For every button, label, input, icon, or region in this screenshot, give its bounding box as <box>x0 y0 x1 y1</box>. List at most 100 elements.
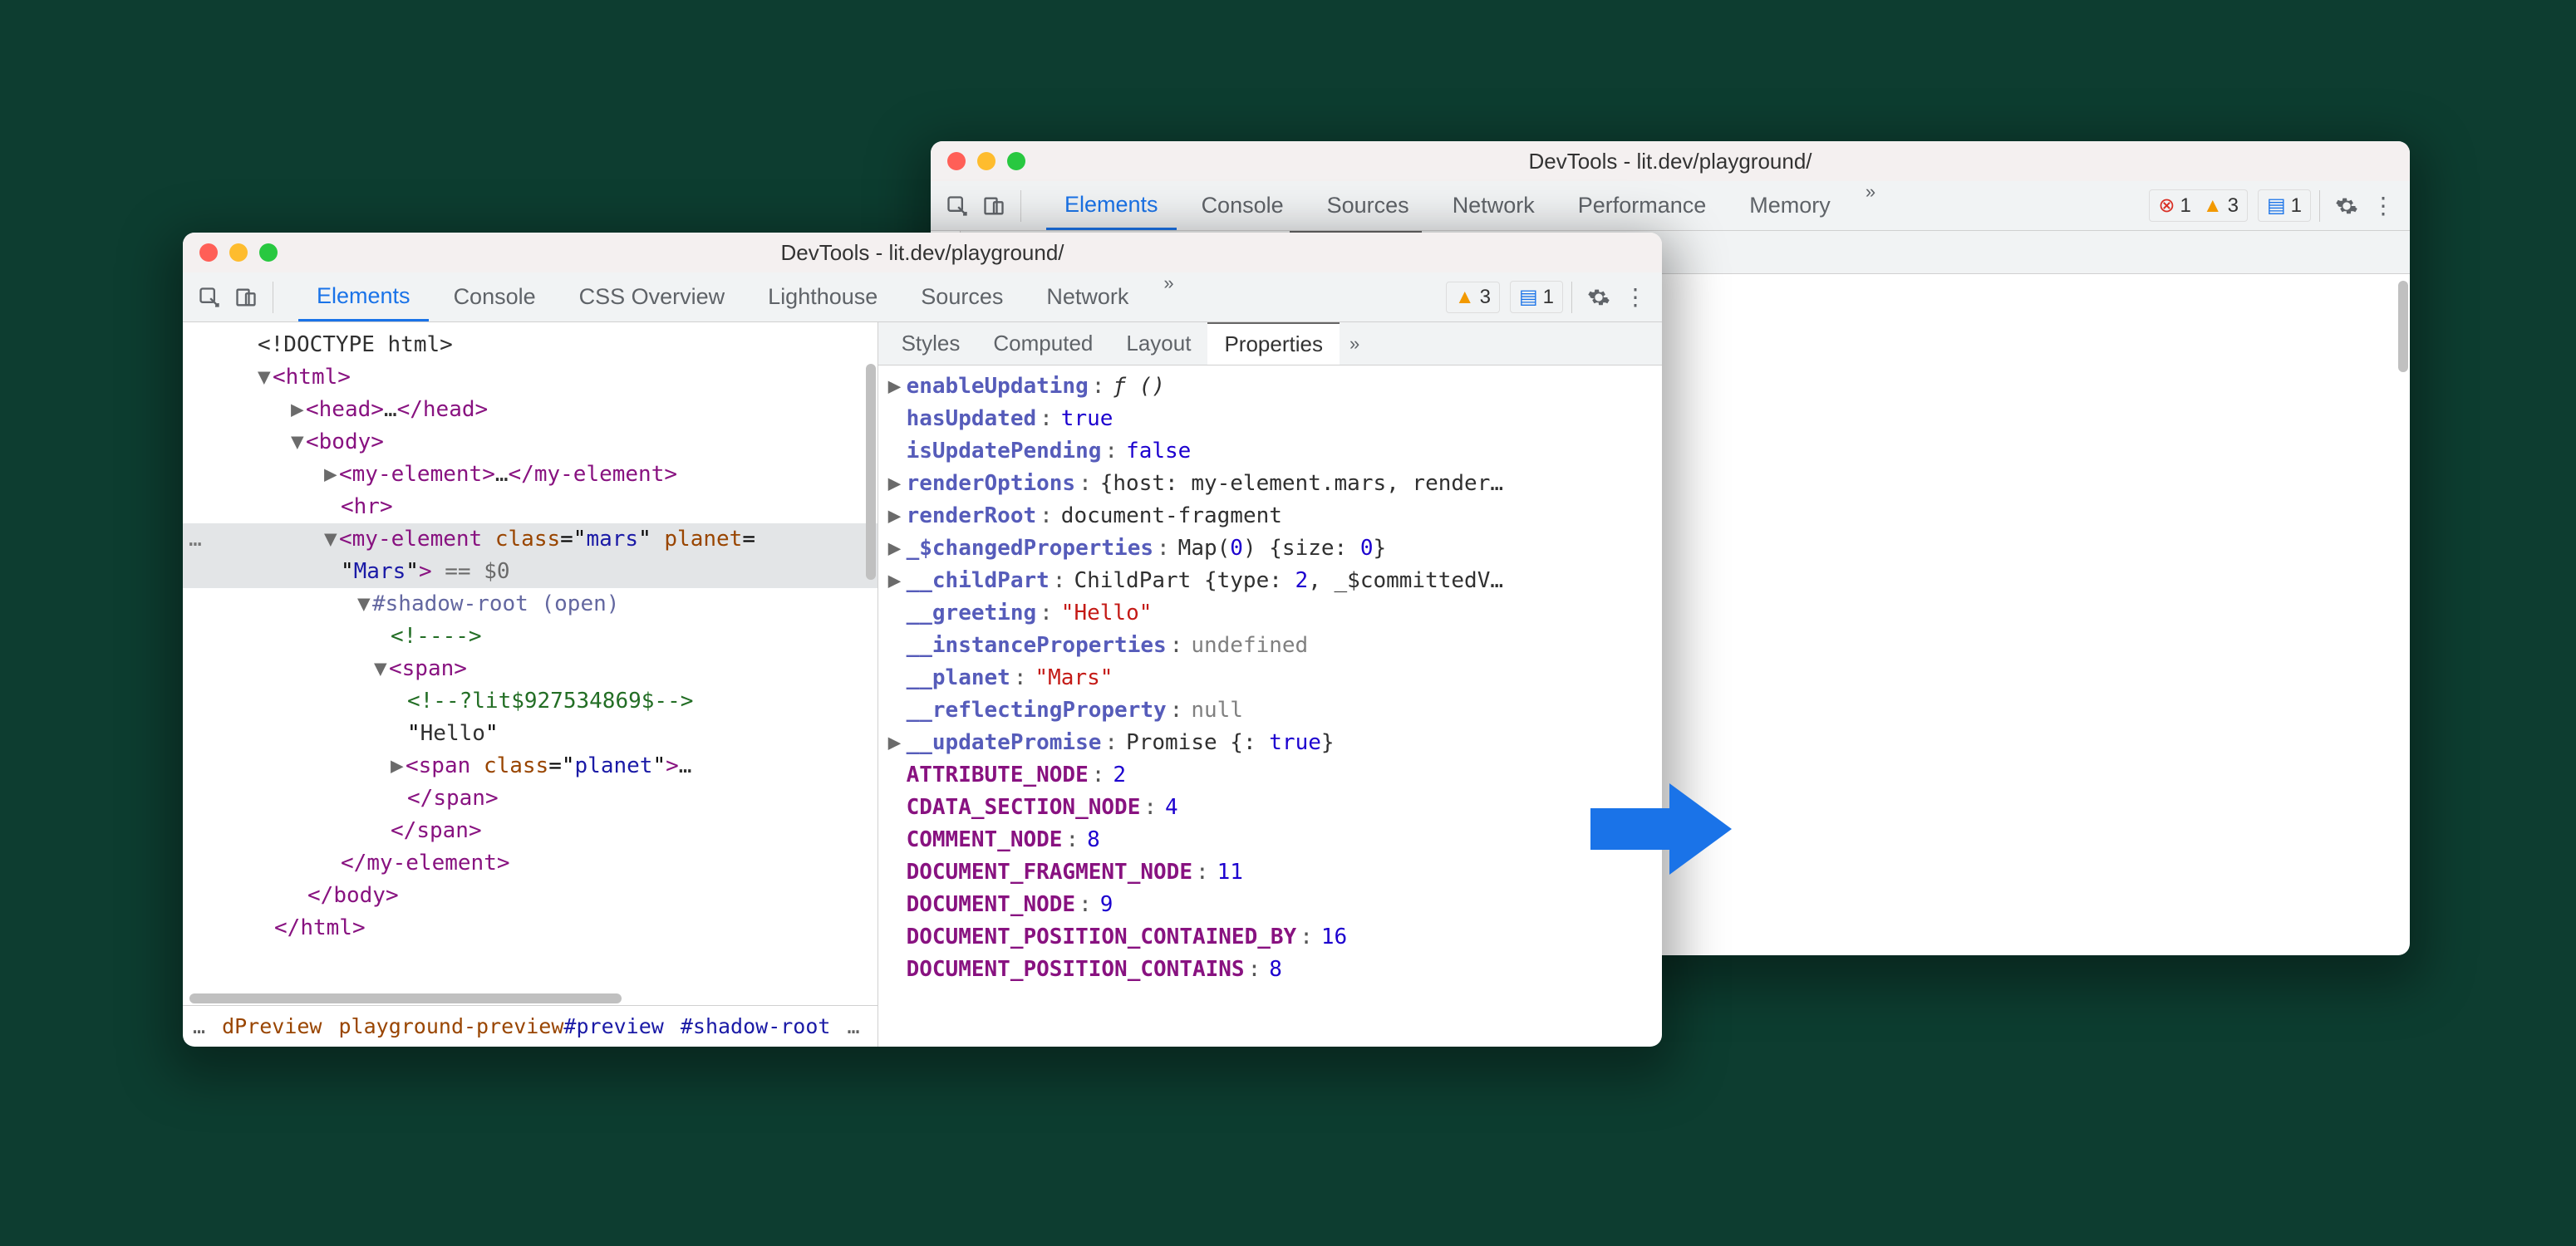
dom-node[interactable]: "Hello" <box>208 718 499 750</box>
dom-node[interactable]: ▼<body> <box>208 426 384 459</box>
breadcrumb[interactable]: … dPreview playground-preview#preview #s… <box>183 1005 878 1047</box>
dom-node[interactable]: </html> <box>208 912 366 944</box>
property-row[interactable]: __instanceProperties:undefined <box>888 630 1654 662</box>
dom-line[interactable]: </span> <box>183 782 878 815</box>
dom-line[interactable]: </body> <box>183 880 878 912</box>
inspect-element-icon[interactable] <box>939 188 976 224</box>
disclosure-triangle-icon[interactable]: ▶ <box>888 500 903 532</box>
dom-line[interactable]: </my-element> <box>183 847 878 880</box>
dom-line[interactable]: "Hello" <box>183 718 878 750</box>
properties-scroll[interactable]: ▶enableUpdating:ƒ ()hasUpdated:trueisUpd… <box>878 365 1662 1047</box>
dom-node[interactable]: <hr> <box>208 491 393 523</box>
issues-badge[interactable]: ▤ 1 <box>2258 189 2311 222</box>
tab-console[interactable]: Console <box>435 272 554 321</box>
dom-line[interactable]: ▼#shadow-root (open) <box>183 588 878 621</box>
crumb-item[interactable]: dPreview <box>222 1011 322 1042</box>
issues-badge[interactable]: ▤ 1 <box>1510 281 1563 313</box>
dom-node[interactable]: ▶<head>…</head> <box>208 394 488 426</box>
tab-elements[interactable]: Elements <box>1046 181 1177 230</box>
tab-performance[interactable]: Performance <box>1560 181 1725 230</box>
property-row[interactable]: __reflectingProperty:null <box>888 694 1654 727</box>
dom-node[interactable]: ▼#shadow-root (open) <box>208 588 619 621</box>
dom-line[interactable]: <hr> <box>183 491 878 523</box>
more-menu-icon[interactable]: ⋮ <box>2365 188 2401 224</box>
disclosure-triangle-icon[interactable]: ▶ <box>888 532 903 565</box>
tab-elements[interactable]: Elements <box>298 272 429 321</box>
inspect-element-icon[interactable] <box>191 279 228 316</box>
property-row[interactable]: DOCUMENT_POSITION_CONTAINED_BY:16 <box>888 921 1654 954</box>
tab-console[interactable]: Console <box>1183 181 1302 230</box>
dom-scroll[interactable]: <!DOCTYPE html>▼<html>▶<head>…</head>▼<b… <box>183 322 878 1005</box>
tab-memory[interactable]: Memory <box>1731 181 1849 230</box>
property-row[interactable]: ATTRIBUTE_NODE:2 <box>888 759 1654 792</box>
tab-network[interactable]: Network <box>1028 272 1147 321</box>
subtab-layout[interactable]: Layout <box>1109 322 1207 365</box>
subtab-properties[interactable]: Properties <box>1207 322 1340 365</box>
error-warning-badge[interactable]: ⊗ 1 ▲ 3 <box>2149 189 2248 222</box>
disclosure-triangle-icon[interactable]: ▶ <box>888 727 903 759</box>
dom-line[interactable]: </html> <box>183 912 878 944</box>
tab-lighthouse[interactable]: Lighthouse <box>750 272 896 321</box>
property-row[interactable]: ▶_$changedProperties:Map(0) {size: 0} <box>888 532 1654 565</box>
property-row[interactable]: DOCUMENT_NODE:9 <box>888 889 1654 921</box>
dom-line[interactable]: ▼<span> <box>183 653 878 685</box>
property-row[interactable]: ▶__childPart:ChildPart {type: 2, _$commi… <box>888 565 1654 597</box>
property-row[interactable]: CDATA_SECTION_NODE:4 <box>888 792 1654 824</box>
dom-line[interactable]: …▼<my-element class="mars" planet= <box>183 523 878 556</box>
subtabs-overflow-icon[interactable]: » <box>1349 333 1359 355</box>
device-toolbar-icon[interactable] <box>976 188 1012 224</box>
property-row[interactable]: ▶enableUpdating:ƒ () <box>888 370 1654 403</box>
property-row[interactable]: __greeting:"Hello" <box>888 597 1654 630</box>
dom-line[interactable]: <!----> <box>183 621 878 653</box>
disclosure-triangle-icon[interactable]: ▶ <box>888 468 903 500</box>
dom-node[interactable]: </span> <box>208 782 499 815</box>
subtab-computed[interactable]: Computed <box>976 322 1109 365</box>
tab-sources[interactable]: Sources <box>902 272 1021 321</box>
dom-node[interactable]: <!----> <box>208 621 482 653</box>
dom-line[interactable]: ▼<html> <box>183 361 878 394</box>
dom-node[interactable]: ▼<my-element class="mars" planet= <box>208 523 755 556</box>
device-toolbar-icon[interactable] <box>228 279 264 316</box>
dom-node[interactable]: ▶<my-element>…</my-element> <box>208 459 677 491</box>
dom-node[interactable]: </body> <box>208 880 399 912</box>
dom-node[interactable]: <!DOCTYPE html> <box>208 329 453 361</box>
property-row[interactable]: isUpdatePending:false <box>888 435 1654 468</box>
settings-icon[interactable] <box>2328 188 2365 224</box>
dom-line[interactable]: <!--?lit$927534869$--> <box>183 685 878 718</box>
property-row[interactable]: DOCUMENT_FRAGMENT_NODE:11 <box>888 856 1654 889</box>
tab-cssoverview[interactable]: CSS Overview <box>561 272 744 321</box>
dom-line[interactable]: <!DOCTYPE html> <box>183 329 878 361</box>
crumb-overflow[interactable]: … <box>847 1011 859 1042</box>
subtab-styles[interactable]: Styles <box>885 322 977 365</box>
dom-line[interactable]: ▼<body> <box>183 426 878 459</box>
dom-node[interactable]: ▶<span class="planet">… <box>208 750 691 782</box>
dom-node[interactable]: "Mars"> == $0 <box>208 556 510 588</box>
tab-network[interactable]: Network <box>1434 181 1553 230</box>
dom-line[interactable]: ▶<head>…</head> <box>183 394 878 426</box>
more-menu-icon[interactable]: ⋮ <box>1617 279 1654 316</box>
property-row[interactable]: __planet:"Mars" <box>888 662 1654 694</box>
settings-icon[interactable] <box>1581 279 1617 316</box>
scrollbar-thumb[interactable] <box>866 364 876 580</box>
disclosure-triangle-icon[interactable]: ▶ <box>888 565 903 597</box>
warning-badge[interactable]: ▲ 3 <box>1446 282 1500 313</box>
crumb-item[interactable]: #shadow-root <box>681 1011 831 1042</box>
property-row[interactable]: DOCUMENT_POSITION_CONTAINS:8 <box>888 954 1654 986</box>
dom-tree[interactable]: <!DOCTYPE html>▼<html>▶<head>…</head>▼<b… <box>183 322 878 951</box>
dom-node[interactable]: </span> <box>208 815 482 847</box>
dom-line[interactable]: "Mars"> == $0 <box>183 556 878 588</box>
property-row[interactable]: hasUpdated:true <box>888 403 1654 435</box>
property-row[interactable]: COMMENT_NODE:8 <box>888 824 1654 856</box>
tab-sources[interactable]: Sources <box>1309 181 1428 230</box>
property-row[interactable]: ▶__updatePromise:Promise {: true} <box>888 727 1654 759</box>
tabs-overflow-icon[interactable]: » <box>1866 181 1875 230</box>
crumb-item[interactable]: playground-preview#preview <box>338 1011 663 1042</box>
dom-node[interactable]: <!--?lit$927534869$--> <box>208 685 693 718</box>
dom-node[interactable]: </my-element> <box>208 847 510 880</box>
dom-line[interactable]: </span> <box>183 815 878 847</box>
disclosure-triangle-icon[interactable]: ▶ <box>888 370 903 403</box>
scrollbar-thumb[interactable] <box>189 993 622 1003</box>
dom-line[interactable]: ▶<span class="planet">… <box>183 750 878 782</box>
dom-line[interactable]: ▶<my-element>…</my-element> <box>183 459 878 491</box>
dom-node[interactable]: ▼<html> <box>208 361 351 394</box>
